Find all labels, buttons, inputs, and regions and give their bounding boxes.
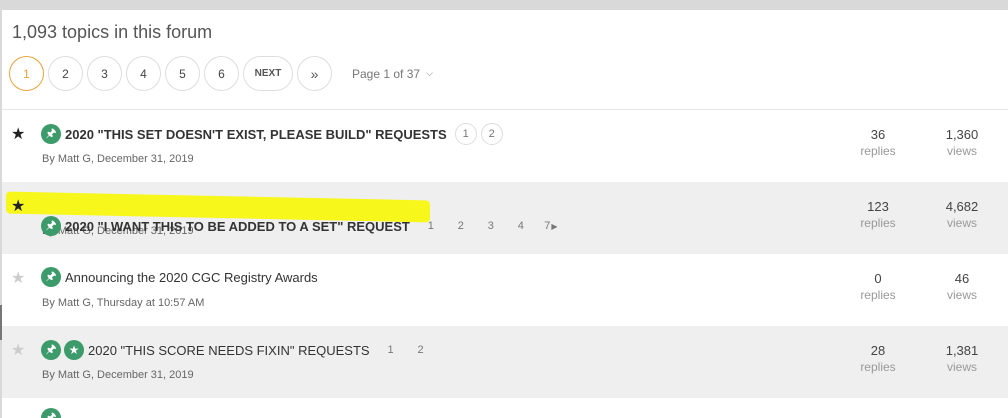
topic-row: ★ 🖈 Announcing the 2020 CGC Registry Awa…	[2, 254, 1008, 326]
topic-title-link[interactable]: 2020 "I WANT THIS TO BE ADDED TO A SET" …	[65, 219, 410, 234]
views-label: views	[946, 360, 977, 374]
topic-title-link[interactable]: 2020 "THIS SET DOESN'T EXIST, PLEASE BUI…	[65, 127, 447, 142]
topic-page-link[interactable]: 1	[418, 215, 444, 237]
page-button-4[interactable]: 4	[126, 56, 161, 91]
page-button-2[interactable]: 2	[48, 56, 83, 91]
page-jump-dropdown[interactable]: Page 1 of 37 ⌵	[352, 67, 433, 81]
page-button-3[interactable]: 3	[87, 56, 122, 91]
follow-star-icon[interactable]: ★	[11, 268, 25, 288]
follow-star-icon[interactable]: ★	[11, 124, 25, 144]
topic-page-link[interactable]: 4	[508, 215, 534, 237]
views-stat: 46 views	[922, 271, 1002, 302]
follow-star-icon[interactable]: ★	[11, 340, 25, 360]
page-button-1[interactable]: 1	[9, 56, 44, 91]
views-label: views	[946, 144, 977, 158]
star-icon: ★	[64, 340, 84, 360]
pin-icon: 🖈	[41, 124, 61, 144]
follow-star-icon[interactable]: ★	[11, 198, 25, 215]
topic-row: ★ 🖈 2020 "THIS SET DOESN'T EXIST, PLEASE…	[2, 110, 1008, 182]
topic-page-link[interactable]: 2	[480, 123, 503, 145]
pin-icon: 🖈	[41, 408, 61, 418]
page-button-5[interactable]: 5	[165, 56, 200, 91]
page-info-label: Page 1 of 37	[352, 66, 421, 81]
topic-row: ★ 🖈 2020 "I WANT THIS TO BE ADDED TO A S…	[2, 182, 1008, 254]
topic-page-link[interactable]: 2	[448, 215, 474, 237]
views-count: 1,360	[945, 127, 979, 142]
replies-count: 123	[867, 199, 889, 214]
topic-page-link[interactable]: 3	[478, 215, 504, 237]
topic-byline: By Matt G, December 31, 2019	[42, 153, 194, 165]
views-label: views	[946, 288, 977, 302]
pagination: 1 2 3 4 5 6 NEXT » Page 1 of 37 ⌵	[9, 56, 433, 91]
replies-count: 36	[870, 127, 886, 142]
pin-icon: 🖈	[41, 267, 61, 287]
views-count: 4,682	[945, 199, 979, 214]
replies-stat: 0 replies	[838, 271, 918, 302]
topic-title-link[interactable]: 2020 "THIS SCORE NEEDS FIXIN" REQUESTS	[88, 343, 370, 358]
topic-page-link[interactable]: 2	[408, 339, 434, 361]
topic-page-link[interactable]: 1	[454, 123, 477, 145]
topic-page-link[interactable]: 1	[378, 339, 404, 361]
last-page-button[interactable]: »	[297, 56, 332, 91]
topic-byline: By Matt G, December 31, 2019	[42, 369, 194, 381]
views-stat: 1,360 views	[922, 127, 1002, 158]
page-button-6[interactable]: 6	[204, 56, 239, 91]
topic-page-number: 7	[544, 220, 551, 232]
topic-row-partial: 🖈	[2, 398, 1008, 418]
next-page-button[interactable]: NEXT	[243, 56, 293, 91]
topic-row: ★ 🖈 ★ 2020 "THIS SCORE NEEDS FIXIN" REQU…	[2, 326, 1008, 398]
chevron-down-icon: ⌵	[426, 68, 433, 78]
topic-last-page-link[interactable]: 7 ▶	[538, 215, 564, 237]
forum-panel: 1,093 topics in this forum 1 2 3 4 5 6 N…	[2, 10, 1008, 418]
replies-stat: 28 replies	[838, 343, 918, 374]
pin-icon: 🖈	[41, 340, 61, 360]
topic-count: 1,093 topics in this forum	[12, 22, 213, 42]
topic-title-link[interactable]: Announcing the 2020 CGC Registry Awards	[65, 270, 318, 285]
replies-label: replies	[860, 360, 896, 374]
replies-count: 28	[870, 343, 886, 358]
views-count: 46	[954, 271, 970, 286]
views-stat: 1,381 views	[922, 343, 1002, 374]
pin-icon: 🖈	[41, 216, 61, 236]
replies-label: replies	[860, 288, 896, 302]
replies-count: 0	[874, 271, 882, 286]
topic-byline: By Matt G, Thursday at 10:57 AM	[42, 297, 205, 309]
views-count: 1,381	[945, 343, 979, 358]
caret-right-icon: ▶	[551, 221, 558, 231]
replies-label: replies	[860, 144, 896, 158]
replies-stat: 36 replies	[838, 127, 918, 158]
